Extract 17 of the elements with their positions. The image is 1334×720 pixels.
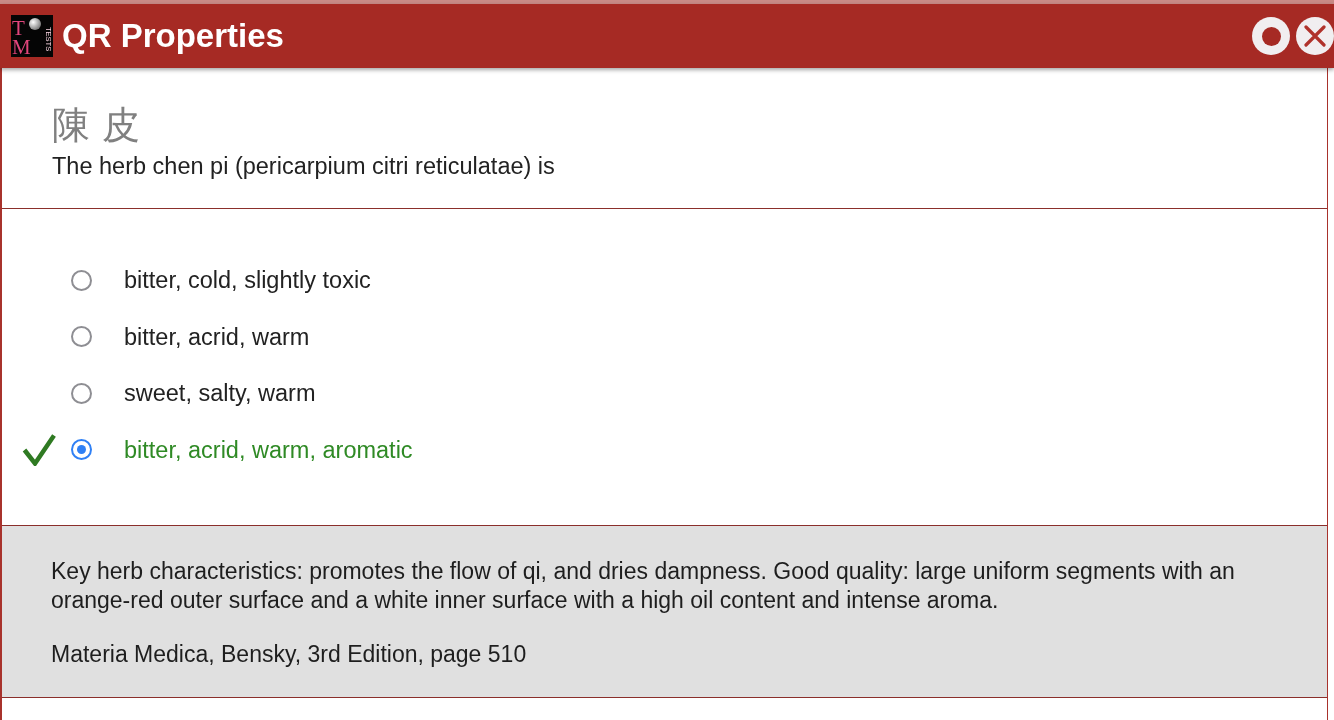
record-button[interactable] [1252,17,1290,55]
window-title: QR Properties [62,17,284,55]
answer-option[interactable]: bitter, acrid, warm, aromatic [124,434,413,465]
close-icon [1304,25,1326,47]
explanation-text: Key herb characteristics: promotes the flow of qi, and dries dampness. Good quality: large uniform segments with an orange-red outer surface and a white inner surface with a high oil content and intense aroma. [51,557,1236,615]
radio-button[interactable] [71,269,92,291]
radio-button[interactable] [71,439,92,461]
reference-text: Materia Medica, Bensky, 3rd Edition, page 510 [51,640,528,669]
herb-name-characters: 陳 皮 [52,102,141,148]
answer-option[interactable]: sweet, salty, warm [124,378,316,409]
question-text: The herb chen pi (pericarpium citri reticulatae) is [52,153,555,179]
answer-option[interactable]: bitter, acrid, warm [124,321,310,352]
record-icon [1261,26,1281,46]
close-button[interactable] [1296,17,1334,55]
answer-option[interactable]: bitter, cold, slightly toxic [124,265,371,296]
radio-button[interactable] [71,326,92,348]
radio-button[interactable] [71,382,92,404]
